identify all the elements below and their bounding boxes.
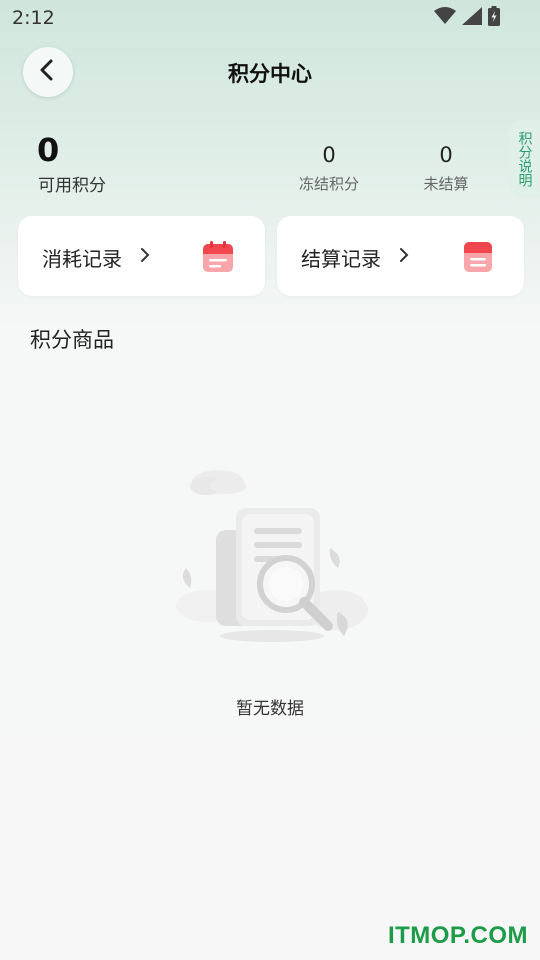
empty-state-text: 暂无数据 bbox=[236, 699, 304, 719]
status-time: 2:12 bbox=[12, 7, 55, 29]
available-points-label: 可用积分 bbox=[38, 176, 106, 196]
frozen-points-value: 0 bbox=[322, 143, 336, 167]
points-explanation-tab[interactable]: 积分说明 bbox=[509, 120, 540, 198]
consumption-records-label: 消耗记录 bbox=[42, 247, 122, 271]
wifi-icon bbox=[434, 7, 456, 25]
chevron-right-icon bbox=[140, 247, 150, 267]
consumption-records-card[interactable]: 消耗记录 bbox=[18, 216, 265, 296]
watermark: ITMOP.COM bbox=[387, 922, 528, 949]
unsettled-points-value: 0 bbox=[439, 143, 453, 167]
settlement-records-label: 结算记录 bbox=[301, 247, 381, 271]
document-icon bbox=[463, 241, 493, 277]
status-icons bbox=[434, 6, 500, 26]
chevron-right-icon bbox=[399, 247, 409, 267]
points-products-title: 积分商品 bbox=[30, 328, 114, 352]
unsettled-points-label: 未结算 bbox=[423, 175, 469, 193]
frozen-points-label: 冻结积分 bbox=[298, 175, 359, 193]
signal-icon bbox=[462, 7, 482, 25]
empty-document-search-icon bbox=[168, 460, 372, 650]
settlement-records-card[interactable]: 结算记录 bbox=[277, 216, 524, 296]
status-bar: 2:12 bbox=[0, 0, 540, 38]
available-points-value: 0 bbox=[37, 131, 60, 169]
battery-icon bbox=[488, 6, 500, 26]
calendar-icon bbox=[202, 241, 234, 277]
page-title: 积分中心 bbox=[228, 62, 312, 86]
